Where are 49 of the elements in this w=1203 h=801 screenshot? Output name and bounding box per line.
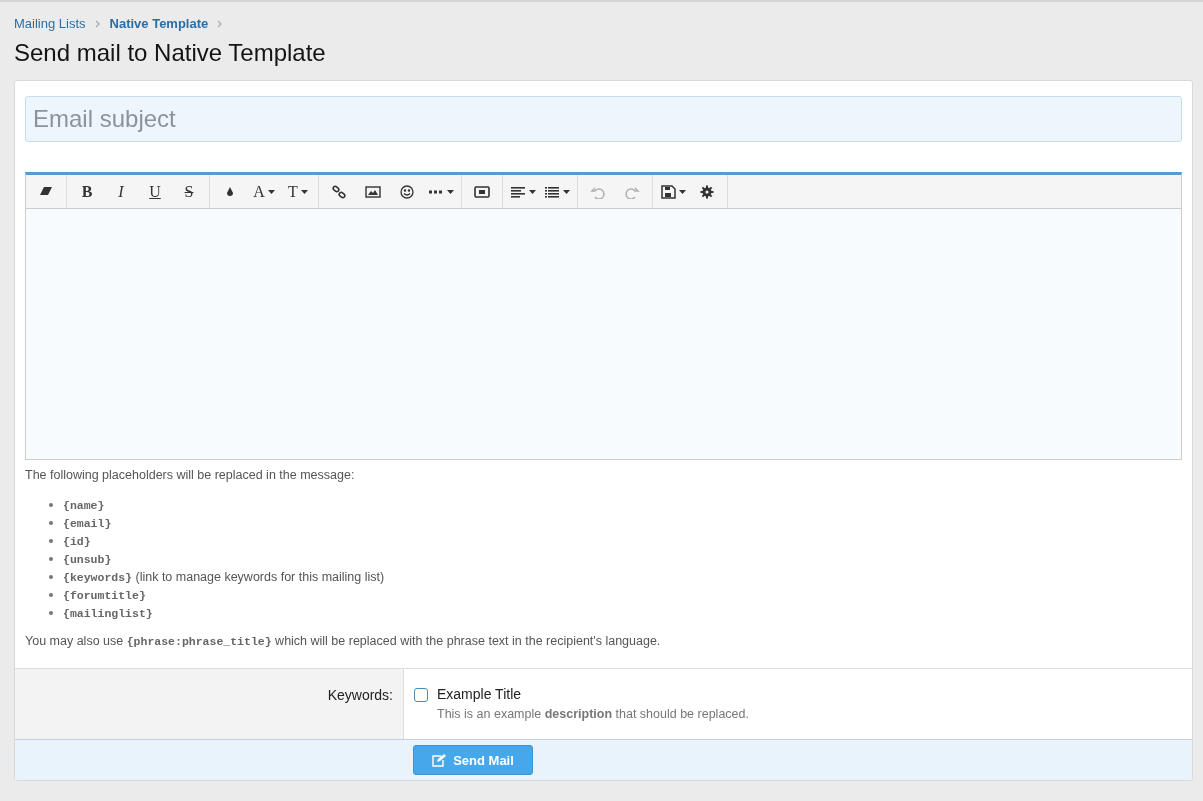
settings-icon <box>699 184 715 199</box>
checkbox[interactable] <box>414 688 428 702</box>
align-left-icon <box>510 184 526 199</box>
caret-icon <box>267 189 275 194</box>
format-button[interactable]: U <box>138 176 172 207</box>
bullet <box>49 539 53 543</box>
breadcrumb-link[interactable]: Native Template <box>109 16 209 31</box>
undo-icon <box>590 184 606 199</box>
bullet <box>49 557 53 561</box>
bullet <box>49 611 53 615</box>
placeholder-item: {id} <box>63 534 91 548</box>
smiley-icon <box>399 184 415 199</box>
format-button[interactable]: A <box>247 176 281 207</box>
option-title[interactable]: Example Title <box>437 686 749 702</box>
page-title: Send mail to Native Template <box>14 39 327 67</box>
edit-icon <box>432 753 447 767</box>
link-icon <box>331 184 347 199</box>
format-button[interactable]: T <box>281 176 315 207</box>
caret-icon <box>679 189 686 194</box>
chevron-icon <box>217 19 224 28</box>
option-description: This is an example description that should be replaced. <box>437 707 749 721</box>
dots-icon <box>428 189 444 194</box>
keywords-label: Keywords: <box>327 687 393 703</box>
bullet <box>49 593 53 597</box>
caret-icon <box>300 189 308 194</box>
caret-icon <box>529 189 536 194</box>
placeholders-intro: The following placeholders will be replaced in the message: <box>25 468 356 482</box>
media-icon <box>474 184 490 199</box>
breadcrumb-link[interactable]: Mailing Lists <box>14 16 86 31</box>
bullet <box>49 521 53 525</box>
chevron-icon <box>94 19 101 28</box>
image-icon <box>365 184 381 199</box>
phrase-note: You may also use {phrase:phrase_title} which will be replaced with the phrase text in the recipient's language. <box>25 634 662 648</box>
format-button[interactable]: B <box>70 176 104 207</box>
placeholder-item: {name} <box>63 498 105 512</box>
format-button[interactable]: S <box>172 176 206 207</box>
placeholder-item: {unsub} <box>63 552 112 566</box>
placeholder-item: {forumtitle} <box>63 588 146 602</box>
bullet <box>49 503 53 507</box>
placeholder-item: {keywords} (link to manage keywords for this mailing list) <box>63 570 385 584</box>
subject-field[interactable]: Email subject <box>25 96 1182 142</box>
list-icon <box>544 184 560 199</box>
format-button[interactable]: I <box>104 176 138 207</box>
caret-icon <box>447 189 454 194</box>
placeholder-item: {email} <box>63 516 112 530</box>
caret-icon <box>563 189 570 194</box>
bullet <box>49 575 53 579</box>
placeholder-item: {mailinglist} <box>63 606 153 620</box>
redo-icon <box>624 184 640 199</box>
